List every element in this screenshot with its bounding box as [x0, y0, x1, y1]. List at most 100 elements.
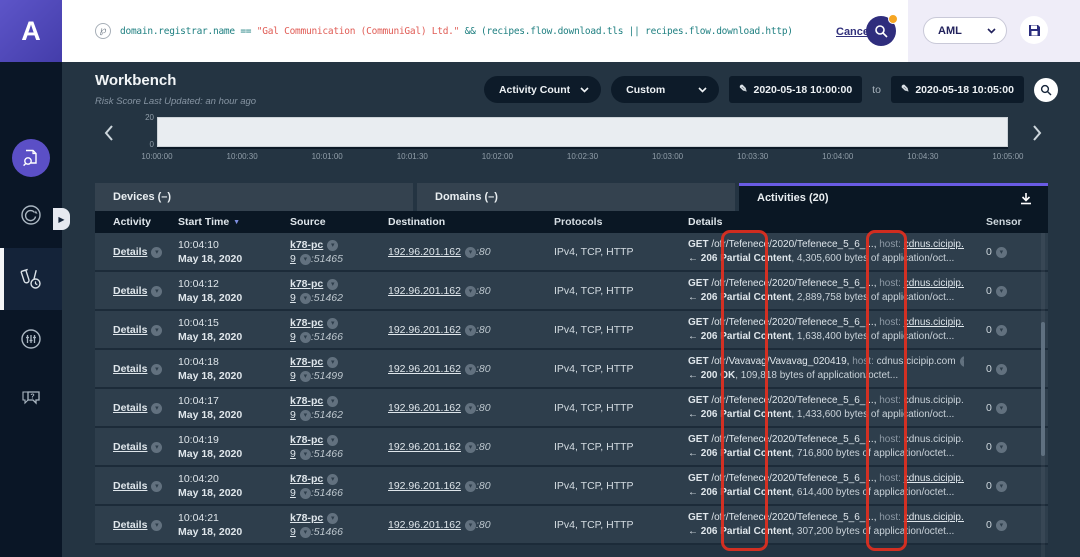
source-host-link[interactable]: k78-pc: [290, 356, 323, 368]
source-host-link[interactable]: k78-pc: [290, 512, 323, 524]
destination-ip-link[interactable]: 192.96.201.162: [388, 324, 461, 336]
row-details-link[interactable]: Details: [113, 402, 147, 414]
source-host-link[interactable]: k78-pc: [290, 278, 323, 290]
details-host-link[interactable]: cdnus.cicipip.com: [904, 512, 964, 523]
chevron-down-icon[interactable]: ▾: [300, 488, 311, 499]
chevron-down-icon[interactable]: ▾: [465, 247, 476, 258]
chevron-down-icon[interactable]: ▾: [327, 240, 338, 251]
timeline-brush-selection[interactable]: [157, 117, 1008, 147]
destination-ip-link[interactable]: 192.96.201.162: [388, 246, 461, 258]
chevron-down-icon[interactable]: ▾: [327, 435, 338, 446]
source-device-link[interactable]: 9: [290, 487, 296, 499]
source-device-link[interactable]: 9: [290, 448, 296, 460]
sidebar-item-investigation-search[interactable]: [0, 136, 62, 180]
chevron-down-icon[interactable]: ▾: [960, 356, 964, 367]
details-host-link[interactable]: cdnus.cicipip.com: [904, 239, 964, 250]
col-details[interactable]: Details: [670, 215, 968, 229]
chevron-down-icon[interactable]: ▾: [465, 520, 476, 531]
col-sensor[interactable]: Sensor: [968, 215, 1048, 229]
source-device-link[interactable]: 9: [290, 331, 296, 343]
chevron-down-icon[interactable]: ▾: [465, 481, 476, 492]
download-icon[interactable]: [1020, 192, 1032, 205]
source-device-link[interactable]: 9: [290, 526, 296, 538]
chevron-down-icon[interactable]: ▾: [151, 286, 162, 297]
row-details-link[interactable]: Details: [113, 363, 147, 375]
col-activity[interactable]: Activity: [95, 215, 178, 229]
chevron-down-icon[interactable]: ▾: [465, 325, 476, 336]
col-destination[interactable]: Destination: [388, 215, 540, 229]
row-details-link[interactable]: Details: [113, 324, 147, 336]
col-source[interactable]: Source: [290, 215, 388, 229]
timeline-next-button[interactable]: [1030, 122, 1044, 144]
chevron-down-icon[interactable]: ▾: [465, 286, 476, 297]
source-device-link[interactable]: 9: [290, 253, 296, 265]
details-host-link[interactable]: cdnus.cicipip.com: [904, 395, 964, 406]
details-host-link[interactable]: cdnus.cicipip.com: [904, 317, 964, 328]
source-host-link[interactable]: k78-pc: [290, 434, 323, 446]
chevron-down-icon[interactable]: ▾: [151, 481, 162, 492]
tab-domains[interactable]: Domains (–): [417, 183, 735, 211]
chevron-down-icon[interactable]: ▾: [151, 442, 162, 453]
metric-dropdown[interactable]: Activity Count: [484, 76, 601, 103]
destination-ip-link[interactable]: 192.96.201.162: [388, 441, 461, 453]
destination-ip-link[interactable]: 192.96.201.162: [388, 363, 461, 375]
chevron-down-icon[interactable]: ▾: [300, 371, 311, 382]
chevron-down-icon[interactable]: ▾: [327, 357, 338, 368]
chevron-down-icon[interactable]: ▾: [300, 527, 311, 538]
chevron-down-icon[interactable]: ▾: [996, 325, 1007, 336]
chevron-down-icon[interactable]: ▾: [996, 520, 1007, 531]
profile-select[interactable]: AML: [923, 17, 1007, 44]
sidebar-item-workbench[interactable]: [0, 248, 62, 310]
sidebar-expander-button[interactable]: ▶: [53, 208, 70, 230]
timeline-prev-button[interactable]: [102, 122, 116, 144]
chevron-down-icon[interactable]: ▾: [996, 247, 1007, 258]
details-host-link[interactable]: cdnus.cicipip.com: [904, 434, 964, 445]
save-button[interactable]: [1020, 16, 1048, 44]
chevron-down-icon[interactable]: ▾: [996, 364, 1007, 375]
chevron-down-icon[interactable]: ▾: [327, 474, 338, 485]
run-query-button[interactable]: [866, 16, 896, 46]
tab-devices[interactable]: Devices (–): [95, 183, 413, 211]
chevron-down-icon[interactable]: ▾: [300, 410, 311, 421]
source-host-link[interactable]: k78-pc: [290, 239, 323, 251]
chevron-down-icon[interactable]: ▾: [300, 293, 311, 304]
chevron-down-icon[interactable]: ▾: [151, 325, 162, 336]
chevron-down-icon[interactable]: ▾: [300, 254, 311, 265]
chevron-down-icon[interactable]: ▾: [327, 318, 338, 329]
table-scrollbar-thumb[interactable]: [1041, 322, 1045, 456]
time-to-input[interactable]: ✎ 2020-05-18 10:05:00: [891, 76, 1024, 103]
chevron-down-icon[interactable]: ▾: [465, 364, 476, 375]
tab-activities[interactable]: Activities (20): [739, 183, 1048, 211]
chevron-down-icon[interactable]: ▾: [465, 403, 476, 414]
chevron-down-icon[interactable]: ▾: [151, 247, 162, 258]
chevron-down-icon[interactable]: ▾: [327, 513, 338, 524]
destination-ip-link[interactable]: 192.96.201.162: [388, 480, 461, 492]
destination-ip-link[interactable]: 192.96.201.162: [388, 285, 461, 297]
destination-ip-link[interactable]: 192.96.201.162: [388, 519, 461, 531]
sort-desc-icon[interactable]: ▼: [233, 219, 240, 226]
source-host-link[interactable]: k78-pc: [290, 473, 323, 485]
details-host-link[interactable]: cdnus.cicipip.com: [904, 473, 964, 484]
chevron-down-icon[interactable]: ▾: [151, 364, 162, 375]
source-device-link[interactable]: 9: [290, 370, 296, 382]
chevron-down-icon[interactable]: ▾: [327, 279, 338, 290]
source-device-link[interactable]: 9: [290, 409, 296, 421]
row-details-link[interactable]: Details: [113, 285, 147, 297]
timeline-search-button[interactable]: [1034, 78, 1058, 102]
chevron-down-icon[interactable]: ▾: [996, 481, 1007, 492]
row-details-link[interactable]: Details: [113, 246, 147, 258]
chevron-down-icon[interactable]: ▾: [151, 520, 162, 531]
chevron-down-icon[interactable]: ▾: [300, 332, 311, 343]
source-host-link[interactable]: k78-pc: [290, 395, 323, 407]
source-host-link[interactable]: k78-pc: [290, 317, 323, 329]
row-details-link[interactable]: Details: [113, 441, 147, 453]
sidebar-item-tuning[interactable]: [0, 324, 62, 354]
sidebar-item-help[interactable]: ?: [0, 384, 62, 414]
row-details-link[interactable]: Details: [113, 519, 147, 531]
chevron-down-icon[interactable]: ▾: [151, 403, 162, 414]
details-host-link[interactable]: cdnus.cicipip.com: [877, 356, 956, 367]
chevron-down-icon[interactable]: ▾: [327, 396, 338, 407]
chevron-down-icon[interactable]: ▾: [996, 286, 1007, 297]
query-input[interactable]: domain.registrar.name == "Gal Communicat…: [120, 26, 793, 37]
chevron-down-icon[interactable]: ▾: [996, 403, 1007, 414]
